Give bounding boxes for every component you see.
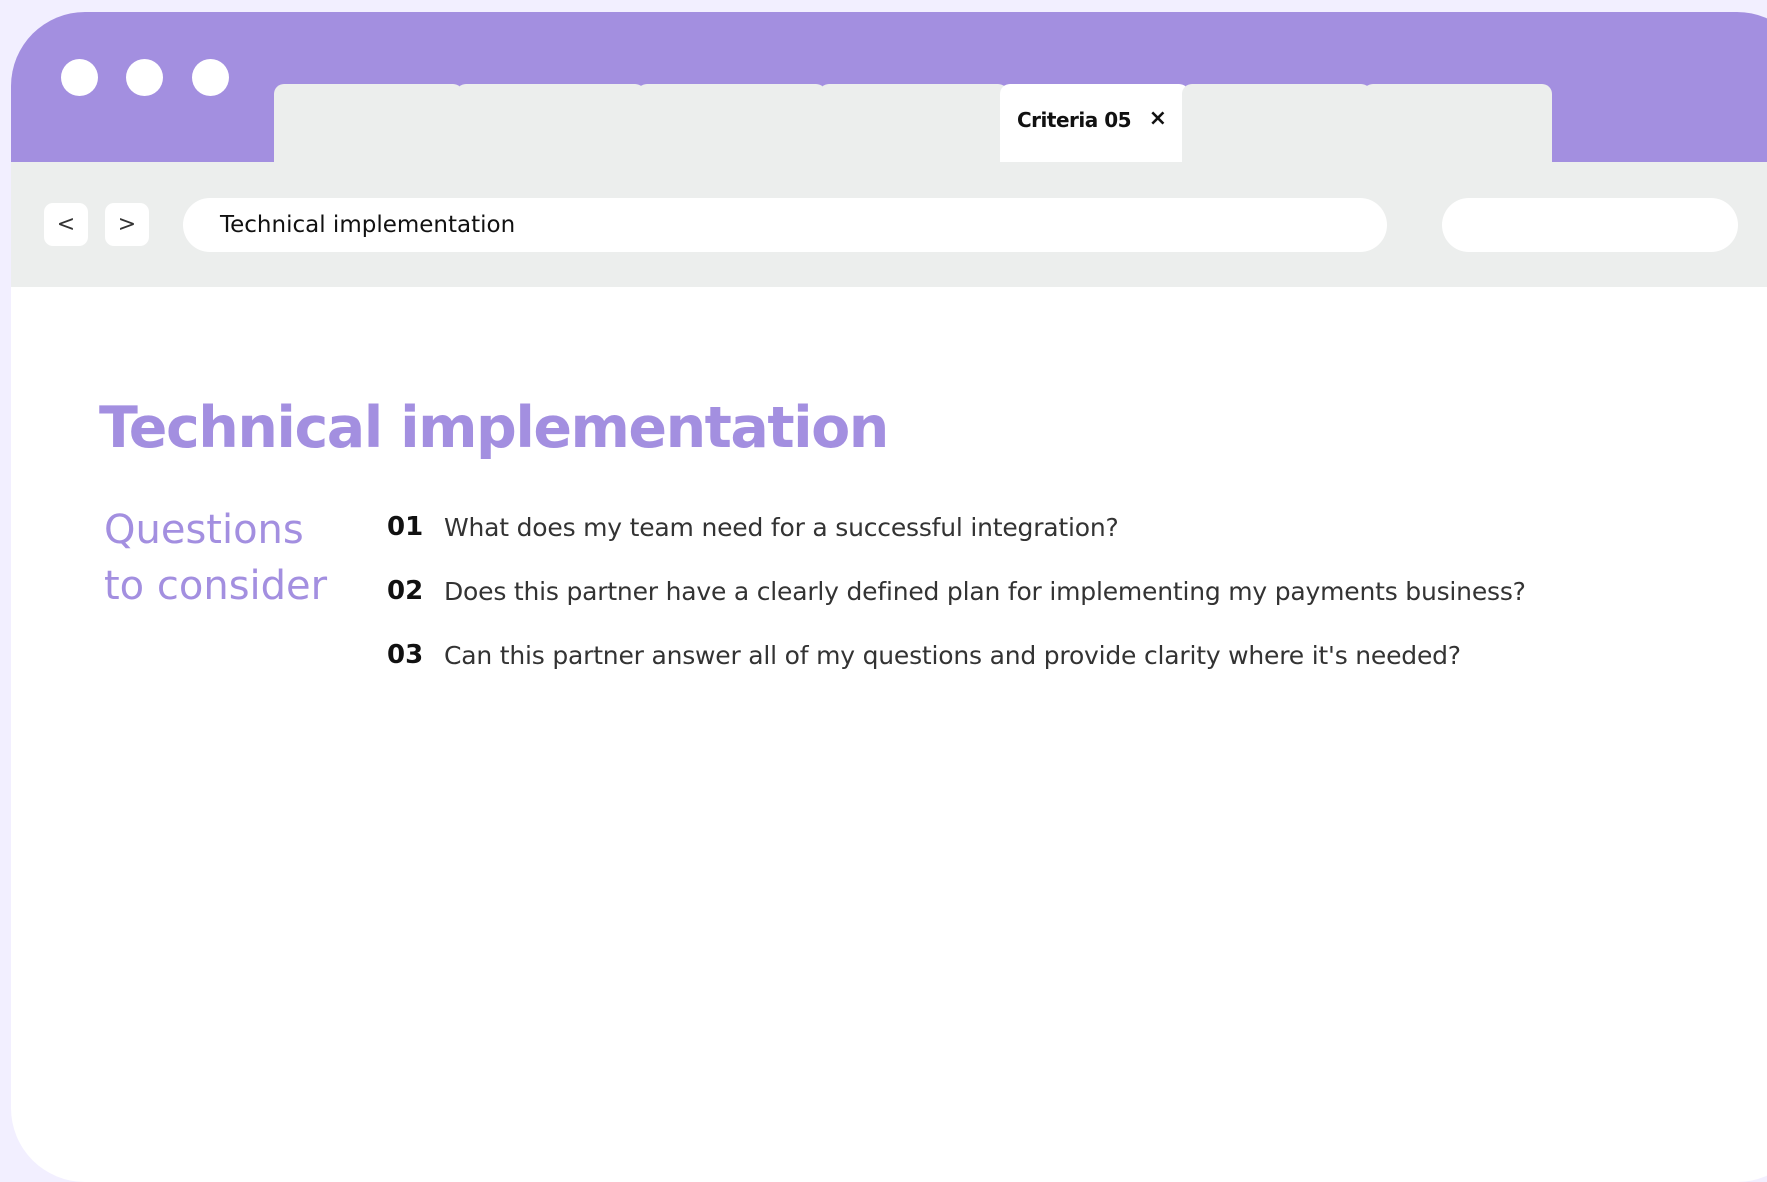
tab-2[interactable]	[456, 84, 645, 174]
tab-criteria-05[interactable]: Criteria 05 ×	[1000, 84, 1189, 174]
question-number: 02	[387, 576, 424, 606]
question-number: 01	[387, 512, 424, 542]
list-item: 02 Does this partner have a clearly defi…	[387, 576, 1747, 640]
search-input[interactable]	[1442, 198, 1738, 252]
browser-window: Criteria 05 × < > Technical implementati…	[11, 12, 1767, 1182]
tab-4[interactable]	[819, 84, 1008, 174]
back-button[interactable]: <	[44, 203, 88, 246]
list-item: 01 What does my team need for a successf…	[387, 512, 1747, 576]
close-icon[interactable]: ×	[1149, 106, 1167, 131]
side-heading-line-1: Questions	[104, 507, 304, 553]
question-text: What does my team need for a successful …	[444, 513, 1119, 542]
tab-1[interactable]	[274, 84, 463, 174]
side-heading-line-2: to consider	[104, 563, 328, 609]
list-item: 03 Can this partner answer all of my que…	[387, 640, 1747, 704]
window-minimize-dot[interactable]	[126, 59, 163, 96]
tab-label: Criteria 05	[1017, 108, 1132, 132]
window-close-dot[interactable]	[61, 59, 98, 96]
forward-button[interactable]: >	[105, 203, 149, 246]
tab-3[interactable]	[637, 84, 826, 174]
toolbar: < > Technical implementation	[11, 162, 1767, 287]
side-heading: Questions to consider	[104, 502, 354, 614]
question-text: Can this partner answer all of my questi…	[444, 641, 1461, 670]
tab-7[interactable]	[1363, 84, 1552, 174]
question-list: 01 What does my team need for a successf…	[387, 512, 1747, 704]
window-maximize-dot[interactable]	[192, 59, 229, 96]
question-number: 03	[387, 640, 424, 670]
page-title: Technical implementation	[99, 395, 889, 461]
question-text: Does this partner have a clearly defined…	[444, 577, 1526, 606]
address-bar[interactable]: Technical implementation	[183, 198, 1387, 252]
tab-6[interactable]	[1182, 84, 1371, 174]
title-bar: Criteria 05 ×	[11, 12, 1767, 174]
